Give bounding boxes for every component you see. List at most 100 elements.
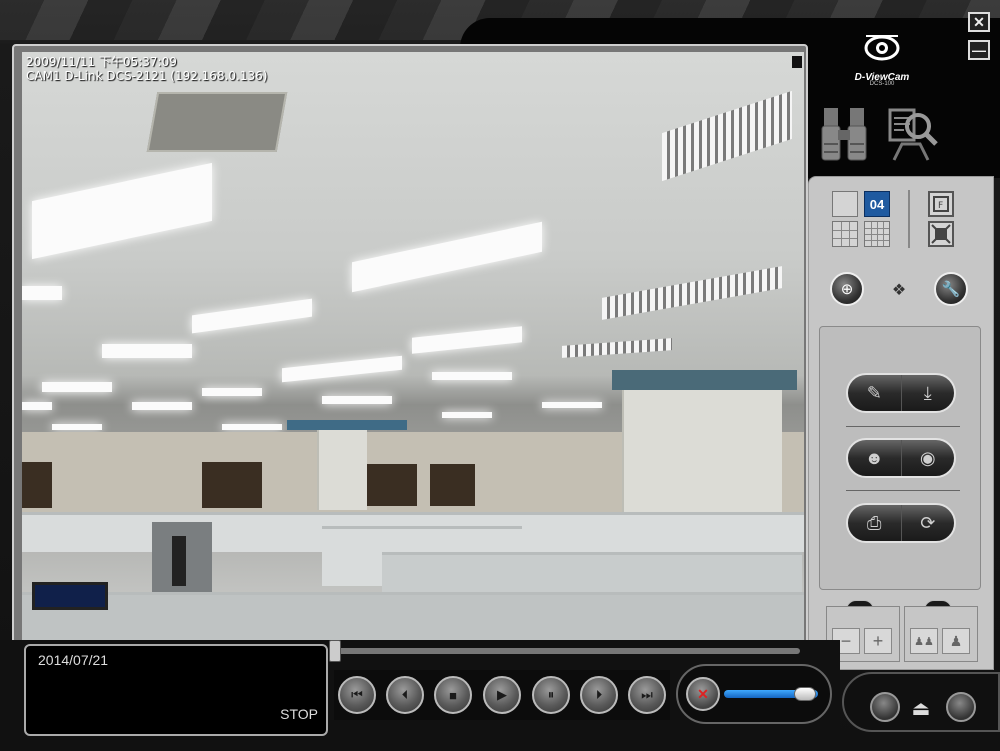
ceiling-light bbox=[202, 388, 262, 396]
minimize-button[interactable]: — bbox=[968, 40, 990, 60]
user-icon: ☻ bbox=[864, 447, 884, 468]
ceiling-light bbox=[22, 286, 62, 300]
snapshot-group: ✎ ⤓ bbox=[846, 373, 956, 413]
download-icon: ⤓ bbox=[923, 382, 932, 403]
divider bbox=[846, 490, 960, 491]
mute-button[interactable]: ✕ bbox=[686, 677, 720, 711]
layout-separator bbox=[908, 190, 910, 248]
window bbox=[22, 462, 52, 508]
ceiling-light bbox=[282, 355, 402, 383]
layout-4-button[interactable]: 04 bbox=[864, 191, 890, 217]
ceiling-light bbox=[322, 396, 392, 404]
record-button[interactable] bbox=[870, 692, 900, 722]
eject-icon[interactable]: ⏏ bbox=[906, 696, 936, 722]
people-icon: ♟♟ bbox=[914, 635, 934, 648]
rotate-button[interactable]: ⟳ bbox=[900, 505, 955, 541]
snapshot-button[interactable]: ✎ bbox=[848, 375, 901, 411]
ceiling-light bbox=[412, 326, 522, 354]
ceiling-light bbox=[352, 221, 542, 293]
layout-16-button[interactable] bbox=[864, 221, 890, 247]
ceiling-light bbox=[602, 266, 782, 320]
app-window: ✕ — 2009/11/11 下午05:37:09 CAM1 D-Link DC… bbox=[0, 0, 1000, 751]
binoculars-icon[interactable] bbox=[818, 104, 872, 166]
close-icon: ✕ bbox=[973, 13, 985, 30]
brand-model: DCS-100 bbox=[869, 81, 895, 87]
desk-monitor bbox=[32, 582, 108, 610]
ptz-button[interactable]: ⊕ bbox=[830, 272, 864, 306]
audio-group: ☻ ◉ bbox=[846, 438, 956, 478]
volume-thumb[interactable] bbox=[794, 687, 816, 701]
user-button[interactable]: ☻ bbox=[848, 440, 901, 476]
close-button[interactable]: ✕ bbox=[968, 12, 990, 32]
print-group: ⎙ ⟳ bbox=[846, 503, 956, 543]
backup-button[interactable]: ◉ bbox=[900, 440, 955, 476]
recording-indicator bbox=[792, 56, 802, 68]
window bbox=[367, 464, 417, 506]
ceiling-vent bbox=[146, 92, 288, 152]
playback-info: 2014/07/21 STOP bbox=[24, 644, 328, 736]
video-osd: 2009/11/11 下午05:37:09 CAM1 D-Link DCS-21… bbox=[26, 55, 267, 83]
skip-last-icon: ⏭ bbox=[641, 687, 653, 702]
previous-button[interactable]: ⏴ bbox=[386, 676, 424, 714]
download-button[interactable]: ⤓ bbox=[900, 375, 955, 411]
minimize-icon: — bbox=[972, 42, 986, 58]
ceiling-light bbox=[432, 372, 512, 380]
fullscreen-icon: F bbox=[933, 196, 949, 212]
cubicle-front bbox=[22, 592, 804, 640]
ceiling-light bbox=[662, 90, 792, 182]
layout-9-button[interactable] bbox=[832, 221, 858, 247]
video-viewport: 2009/11/11 下午05:37:09 CAM1 D-Link DCS-21… bbox=[12, 44, 808, 644]
stop-button[interactable]: ■ bbox=[434, 676, 472, 714]
rotate-icon: ⟳ bbox=[920, 512, 936, 533]
ceiling-light bbox=[192, 298, 312, 334]
ceiling-light bbox=[132, 402, 192, 410]
ceiling-light bbox=[542, 402, 602, 408]
stop-icon: ■ bbox=[449, 687, 457, 703]
zoom-people-button[interactable]: ♟♟ bbox=[910, 628, 938, 654]
fit-window-button[interactable] bbox=[928, 221, 954, 247]
pause-button[interactable]: ⏸ bbox=[532, 676, 570, 714]
ptz-icon: ⊕ bbox=[840, 281, 854, 298]
ceiling-light bbox=[22, 402, 52, 410]
ceiling-light bbox=[102, 344, 192, 358]
ceiling-light bbox=[442, 412, 492, 418]
layout-single-button[interactable] bbox=[832, 191, 858, 217]
next-icon: ⏵ bbox=[595, 687, 603, 702]
playback-date: 2014/07/21 bbox=[38, 652, 109, 668]
pause-icon: ⏸ bbox=[547, 687, 555, 702]
snapshot-icon: ✎ bbox=[866, 382, 882, 403]
timeline-thumb[interactable] bbox=[329, 640, 341, 662]
fullscreen-button[interactable]: F bbox=[928, 191, 954, 217]
camera-feed[interactable]: 2009/11/11 下午05:37:09 CAM1 D-Link DCS-21… bbox=[22, 52, 804, 640]
printer-icon: ⎙ bbox=[867, 512, 882, 533]
power-button[interactable] bbox=[946, 692, 976, 722]
person-icon: ♟ bbox=[949, 632, 963, 649]
search-playback-icon[interactable] bbox=[884, 104, 938, 166]
play-button[interactable]: ▶ bbox=[483, 676, 521, 714]
first-button[interactable]: ⏮ bbox=[338, 676, 376, 714]
next-button[interactable]: ⏵ bbox=[580, 676, 618, 714]
fit-window-icon bbox=[931, 224, 951, 244]
pillar bbox=[622, 382, 782, 512]
pillar bbox=[317, 430, 367, 510]
svg-text:F: F bbox=[938, 201, 943, 211]
wrench-icon: 🔧 bbox=[941, 281, 961, 298]
settings-button[interactable]: 🔧 bbox=[934, 272, 968, 306]
play-icon: ▶ bbox=[497, 687, 507, 702]
mute-icon: ✕ bbox=[697, 685, 709, 702]
skip-first-icon: ⏮ bbox=[351, 687, 363, 702]
ceiling-light bbox=[32, 162, 212, 260]
speed-increase-button[interactable]: + bbox=[864, 628, 892, 654]
window bbox=[202, 462, 262, 508]
previous-icon: ⏴ bbox=[401, 687, 409, 702]
ceiling-light bbox=[222, 424, 282, 430]
osd-timestamp: 2009/11/11 下午05:37:09 bbox=[26, 55, 177, 69]
osd-camera-label: CAM1 D-Link DCS-2121 (192.168.0.136) bbox=[26, 69, 268, 83]
zoom-person-button[interactable]: ♟ bbox=[942, 628, 970, 654]
print-button[interactable]: ⎙ bbox=[848, 505, 901, 541]
last-button[interactable]: ⏭ bbox=[628, 676, 666, 714]
navigation-diamond-icon: ❖ bbox=[891, 282, 907, 299]
timeline-track[interactable] bbox=[330, 648, 800, 654]
ceiling-light bbox=[562, 338, 672, 358]
divider bbox=[846, 426, 960, 427]
